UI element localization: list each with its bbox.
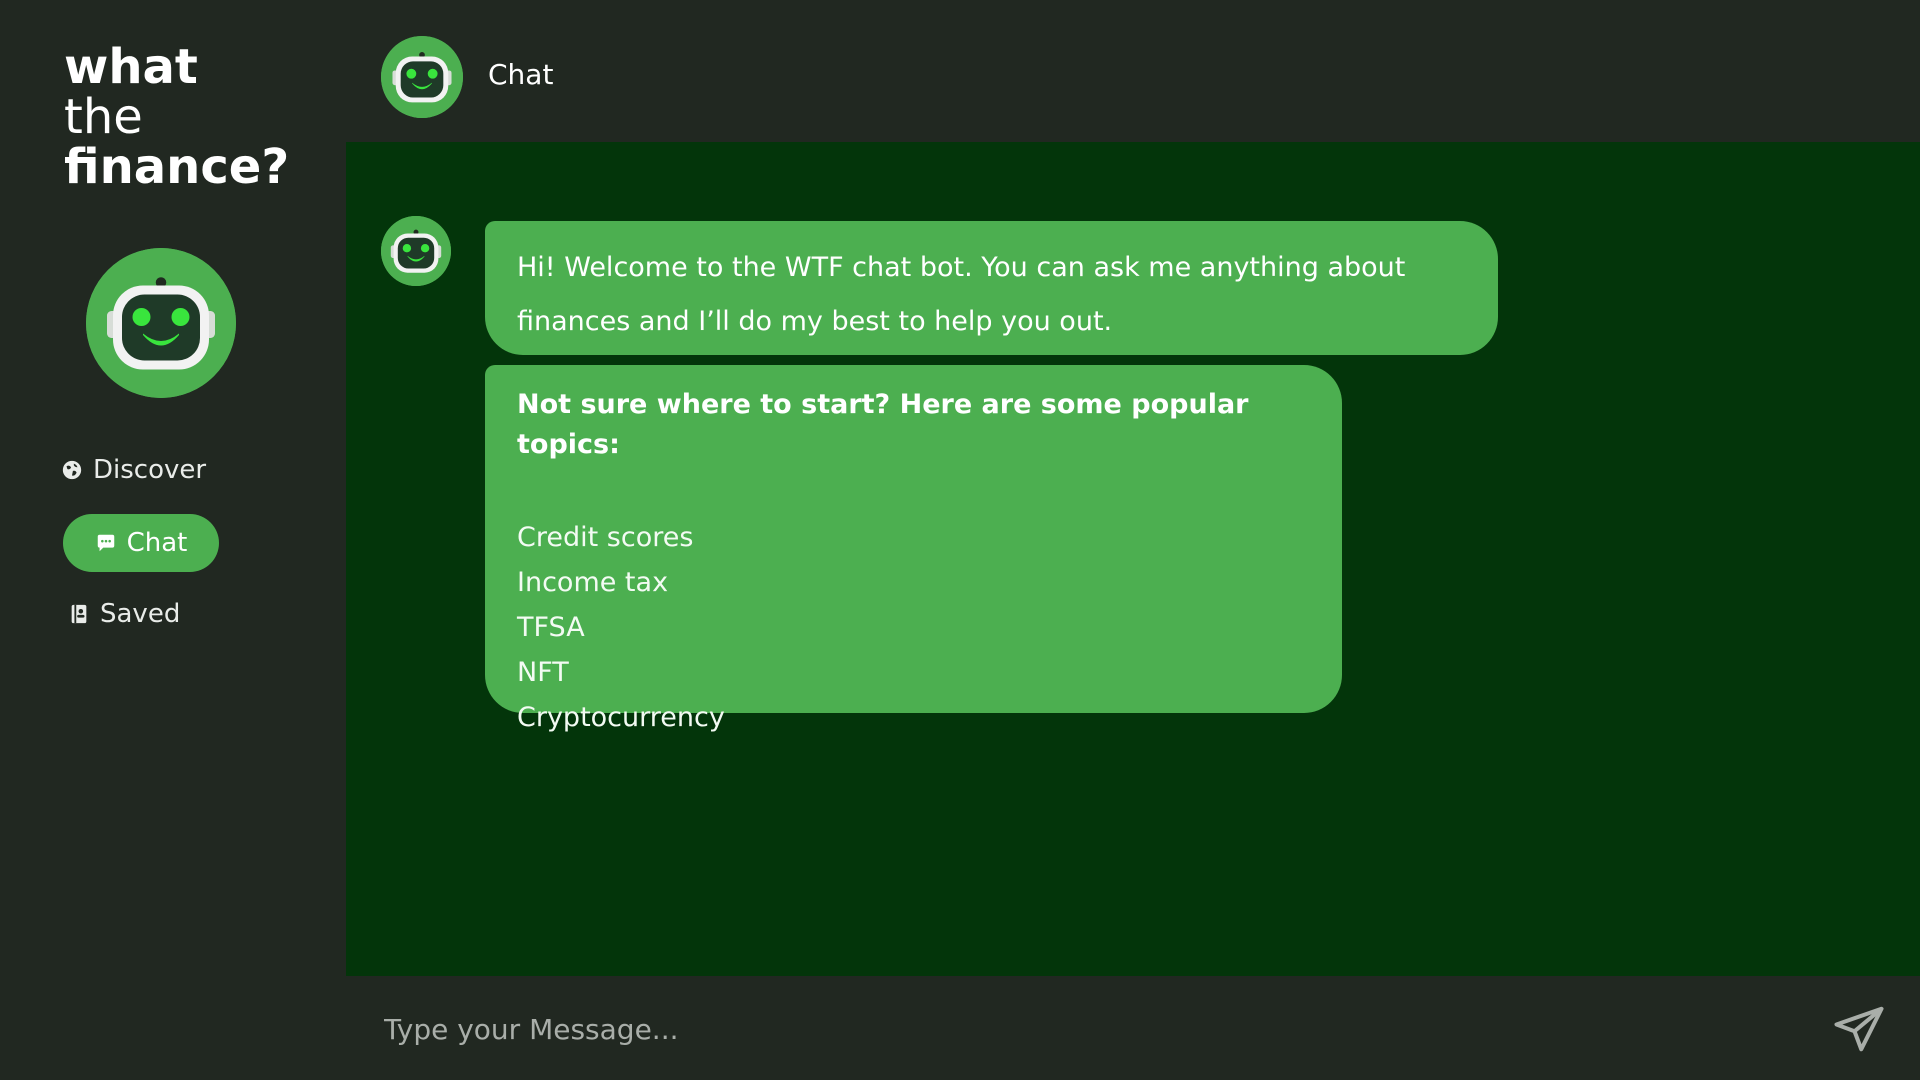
topic-cryptocurrency[interactable]: Cryptocurrency: [517, 695, 1310, 740]
sidebar-item-label: Discover: [93, 455, 207, 485]
message-bot-avatar: [381, 216, 451, 286]
header-bot-avatar: [381, 36, 463, 118]
message-input[interactable]: [382, 1002, 1806, 1056]
suggested-topics-bubble: Not sure where to start? Here are some p…: [485, 365, 1342, 733]
globe-icon: [62, 460, 82, 480]
topics-list: Credit scores Income tax TFSA NFT Crypto…: [517, 515, 1310, 740]
bookmark-icon: [71, 604, 87, 624]
app-logo: what the finance?: [64, 42, 289, 192]
sidebar-item-label: Saved: [100, 599, 181, 629]
bot-message-text: Hi! Welcome to the WTF chat bot. You can…: [517, 252, 1406, 337]
bot-message-bubble: Hi! Welcome to the WTF chat bot. You can…: [485, 221, 1498, 355]
topics-heading: Not sure where to start? Here are some p…: [517, 389, 1249, 460]
chat-messages-area[interactable]: Hi! Welcome to the WTF chat bot. You can…: [346, 142, 1920, 976]
sidebar-item-saved[interactable]: Saved: [68, 596, 180, 632]
robot-icon: [86, 248, 236, 398]
send-button[interactable]: [1832, 1002, 1886, 1056]
sidebar-item-label: Chat: [126, 528, 188, 558]
send-icon: [1834, 1006, 1884, 1052]
sidebar-item-discover[interactable]: Discover: [61, 452, 206, 488]
page-title: Chat: [488, 58, 554, 91]
chat-header: Chat: [346, 0, 1920, 142]
chat-icon: [97, 534, 114, 552]
message-composer: [346, 976, 1920, 1080]
logo-line-finance: finance?: [64, 139, 290, 195]
sidebar: what the finance? Discover Chat Saved: [0, 0, 346, 1080]
robot-icon: [381, 216, 451, 286]
bot-mascot-avatar: [86, 248, 236, 398]
topic-nft[interactable]: NFT: [517, 650, 1310, 695]
robot-icon: [381, 36, 463, 118]
logo-line-what: what: [64, 39, 198, 95]
topic-income-tax[interactable]: Income tax: [517, 560, 1310, 605]
logo-line-the: the: [64, 89, 143, 145]
topic-credit-scores[interactable]: Credit scores: [517, 515, 1310, 560]
sidebar-item-chat[interactable]: Chat: [63, 514, 219, 572]
topic-tfsa[interactable]: TFSA: [517, 605, 1310, 650]
